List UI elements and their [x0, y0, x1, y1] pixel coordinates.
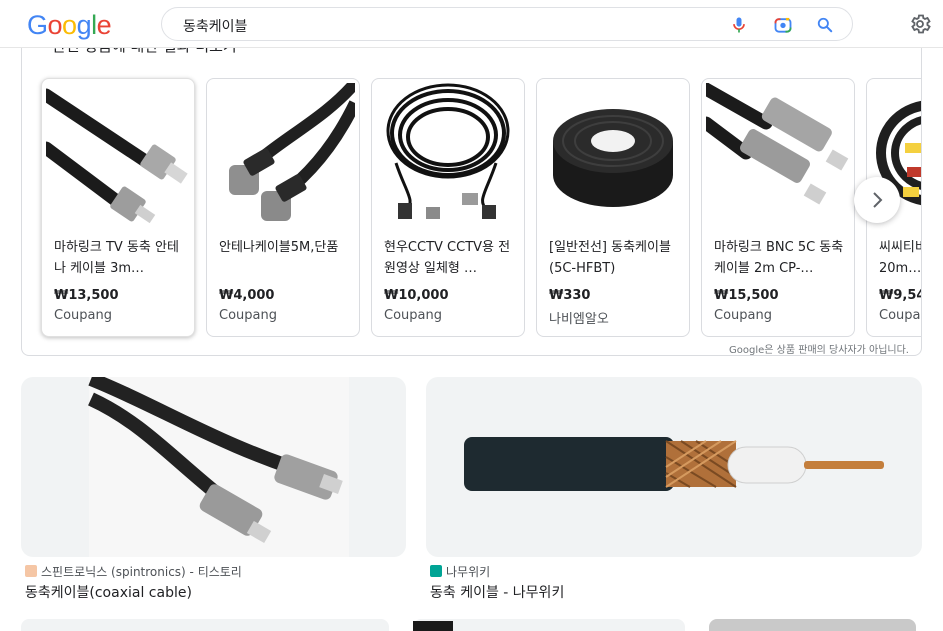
product-price: ₩330	[549, 288, 591, 303]
result-image[interactable]	[21, 377, 406, 557]
result-title[interactable]: 동축 케이블 - 나무위키	[430, 582, 564, 602]
product-title[interactable]: 마하링크 TV 동축 안테나 케이블 3m…	[54, 237, 186, 279]
search-box[interactable]: 동축케이블	[161, 7, 853, 41]
product-title[interactable]: 안테나케이블5M,단품	[219, 237, 351, 279]
result-source-text: 나무위키	[446, 565, 491, 579]
product-seller: Coupang	[879, 308, 921, 323]
product-price: ₩4,000	[219, 288, 275, 303]
product-seller: Coupang	[384, 308, 442, 323]
product-image[interactable]	[541, 83, 685, 226]
result-image[interactable]	[426, 377, 922, 557]
shopping-disclaimer: Google은 상품 판매의 당사자가 아닙니다.	[729, 345, 909, 356]
product-seller: Coupang	[54, 308, 112, 323]
image-result[interactable]: 스핀트로닉스 (spintronics) - 티스토리 동축케이블(coaxia…	[21, 377, 406, 607]
result-source[interactable]: 나무위키	[430, 563, 490, 580]
product-title[interactable]: 현우CCTV CCTV용 전원영상 일체형 …	[384, 237, 516, 279]
namuwiki-favicon	[430, 565, 442, 577]
camera-search-icon[interactable]	[773, 15, 793, 35]
shopping-panel: 관련 상품에 대한 결과 더보기 마하링크 TV 동축 안테나 케이블 3m… …	[21, 34, 922, 356]
product-card[interactable]: 안테나케이블5M,단품 ₩4,000 Coupang	[206, 78, 360, 337]
carousel-next-button[interactable]	[854, 177, 900, 223]
chevron-right-icon	[873, 192, 883, 208]
product-price: ₩13,500	[54, 288, 119, 303]
product-image[interactable]	[706, 83, 850, 226]
coax-bnc-cable-image	[88, 377, 349, 557]
image-result-partial[interactable]	[413, 619, 685, 631]
product-price: ₩10,000	[384, 288, 449, 303]
product-image[interactable]	[46, 83, 190, 226]
product-title[interactable]: 씨씨티비 케이블 20m…	[879, 237, 921, 279]
search-input[interactable]: 동축케이블	[183, 16, 247, 36]
search-icon[interactable]	[815, 15, 835, 35]
product-price: ₩15,500	[714, 288, 779, 303]
image-result-partial[interactable]	[21, 619, 389, 631]
product-title[interactable]: [일반전선] 동축케이블 (5C-HFBT)	[549, 237, 681, 279]
product-seller: 나비엠알오	[549, 312, 609, 327]
tistory-favicon	[25, 565, 37, 577]
top-bar: Google 동축케이블	[0, 0, 943, 48]
result-title[interactable]: 동축케이블(coaxial cable)	[25, 582, 192, 602]
result-source[interactable]: 스핀트로닉스 (spintronics) - 티스토리	[25, 563, 242, 580]
product-card[interactable]: 현우CCTV CCTV용 전원영상 일체형 … ₩10,000 Coupang	[371, 78, 525, 337]
product-seller: Coupang	[219, 308, 277, 323]
product-price: ₩9,540	[879, 288, 921, 303]
product-image[interactable]	[211, 83, 355, 226]
image-result-partial[interactable]	[709, 619, 916, 631]
product-carousel[interactable]: 마하링크 TV 동축 안테나 케이블 3m… ₩13,500 Coupang 안…	[22, 78, 921, 340]
settings-gear-icon[interactable]	[908, 12, 932, 36]
partial-image-content	[413, 621, 453, 631]
product-card[interactable]: 마하링크 BNC 5C 동축 케이블 2m CP-… ₩15,500 Coupa…	[701, 78, 855, 337]
google-logo[interactable]: Google	[27, 10, 112, 41]
product-seller: Coupang	[714, 308, 772, 323]
product-card[interactable]: [일반전선] 동축케이블 (5C-HFBT) ₩330 나비엠알오	[536, 78, 690, 337]
coax-cable-cutaway-image	[464, 437, 884, 491]
product-card[interactable]: 마하링크 TV 동축 안테나 케이블 3m… ₩13,500 Coupang	[41, 78, 195, 337]
result-source-text: 스핀트로닉스 (spintronics) - 티스토리	[41, 565, 242, 579]
mic-icon[interactable]	[729, 15, 749, 35]
product-image[interactable]	[376, 83, 520, 226]
image-result[interactable]: 나무위키 동축 케이블 - 나무위키	[426, 377, 922, 607]
product-title[interactable]: 마하링크 BNC 5C 동축 케이블 2m CP-…	[714, 237, 846, 279]
